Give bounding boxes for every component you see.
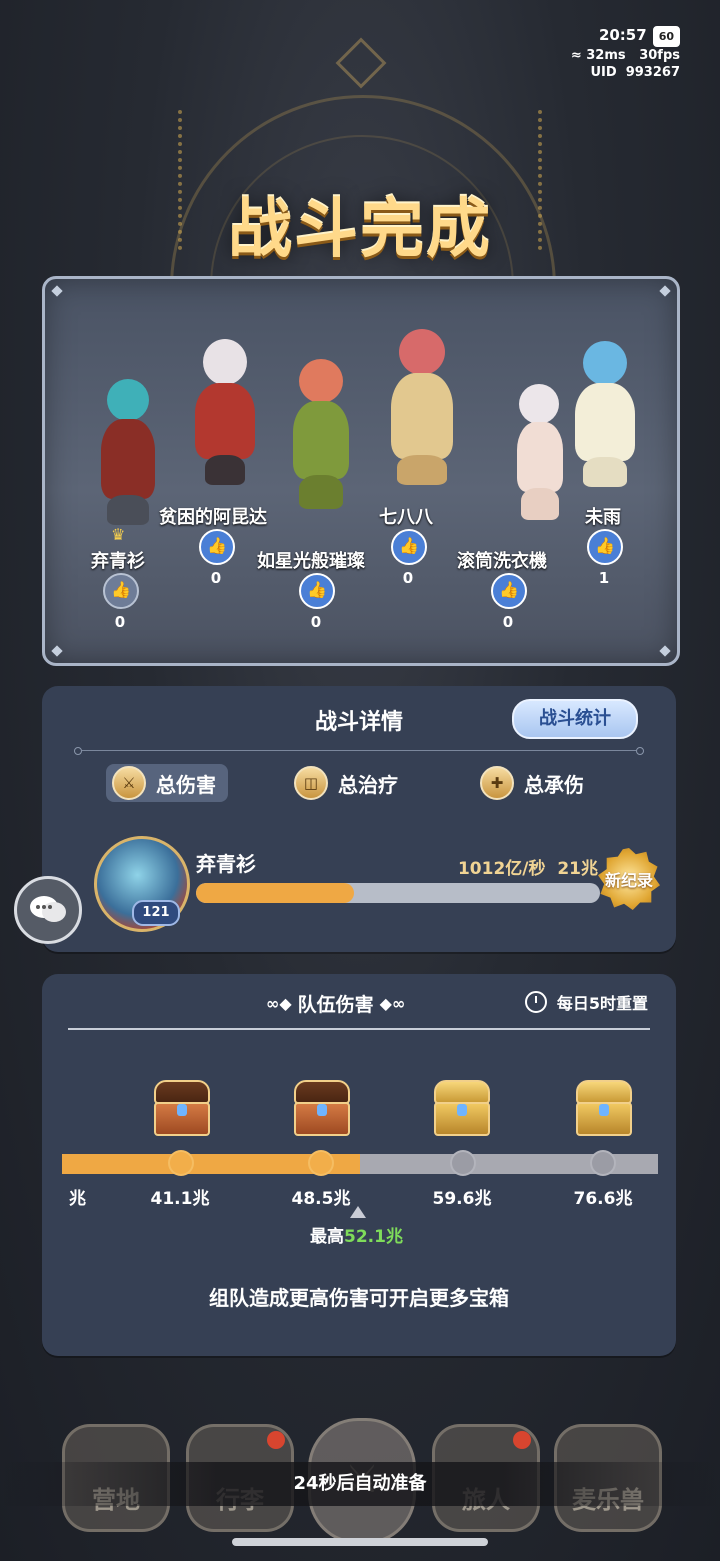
damage-value: 1012亿/秒 21兆 bbox=[457, 859, 598, 879]
divider bbox=[68, 1028, 650, 1030]
thumbs-up-icon: 👍 bbox=[111, 580, 131, 599]
clock-icon bbox=[524, 991, 547, 1013]
corner-star-icon bbox=[51, 285, 63, 297]
level-badge: 121 bbox=[132, 900, 180, 926]
clock-time: 20:57 bbox=[598, 26, 647, 44]
gold-chest-icon[interactable] bbox=[576, 1080, 632, 1136]
character-name: 贫困的阿昆达 bbox=[159, 507, 267, 528]
reset-info: 每日5时重置 bbox=[524, 990, 648, 1014]
notification-dot bbox=[513, 1431, 531, 1449]
divider bbox=[74, 747, 644, 755]
thumbs-up-icon: 👍 bbox=[207, 536, 227, 555]
ornament-icon: ∞◆ bbox=[266, 994, 292, 1013]
like-count: 0 bbox=[402, 569, 414, 587]
corner-star-icon bbox=[51, 645, 63, 657]
sword-icon: ⚔ bbox=[112, 766, 146, 800]
gold-chest-icon[interactable] bbox=[434, 1080, 490, 1136]
chat-button[interactable] bbox=[14, 876, 82, 944]
chest-icon[interactable] bbox=[154, 1080, 210, 1136]
milestone-node bbox=[592, 1152, 614, 1174]
battle-complete-title: 战斗完成 bbox=[228, 193, 492, 267]
corner-star-icon bbox=[659, 645, 671, 657]
threshold-label: 41.1兆 bbox=[150, 1189, 210, 1209]
character-figure-1[interactable] bbox=[89, 379, 169, 529]
new-record-badge: 新纪录 bbox=[598, 848, 660, 910]
like-button[interactable]: 👍 bbox=[391, 529, 427, 565]
like-button[interactable]: 👍 bbox=[299, 573, 335, 609]
character-figure-6[interactable] bbox=[565, 341, 645, 491]
status-bar: 20:57 60 ≈ 32ms 30fps UID 993267 bbox=[571, 26, 680, 81]
shield-icon: ◫ bbox=[294, 766, 328, 800]
like-button[interactable]: 👍 bbox=[587, 529, 623, 565]
threshold-label: 兆 bbox=[69, 1189, 86, 1209]
milestone-node bbox=[310, 1152, 332, 1174]
team-damage-title: 队伍伤害 bbox=[297, 994, 374, 1016]
tab-label: 总伤害 bbox=[156, 772, 216, 797]
auto-ready-banner: 24秒后自动准备 bbox=[0, 1462, 720, 1506]
uid-text: UID 993267 bbox=[590, 65, 680, 80]
tab-damage-taken[interactable]: ✚ 总承伤 bbox=[474, 764, 596, 802]
max-label: 最高 bbox=[310, 1227, 344, 1247]
threshold-label: 48.5兆 bbox=[291, 1189, 351, 1209]
cross-icon: ✚ bbox=[480, 766, 514, 800]
like-count: 0 bbox=[502, 613, 514, 631]
like-count: 1 bbox=[598, 569, 610, 587]
max-damage: 最高52.1兆 bbox=[310, 1222, 403, 1247]
character-panel: ♛ 弃青衫 👍 0 贫困的阿昆达 👍 0 如星光般璀璨 👍 0 七八八 👍 0 … bbox=[42, 276, 680, 666]
like-button[interactable]: 👍 bbox=[103, 573, 139, 609]
fps-text: 30fps bbox=[639, 48, 680, 63]
tab-total-damage[interactable]: ⚔ 总伤害 bbox=[106, 764, 228, 802]
thumbs-up-icon: 👍 bbox=[499, 580, 519, 599]
character-figure-3[interactable] bbox=[281, 359, 361, 509]
corner-star-icon bbox=[659, 285, 671, 297]
hero-name: 弃青衫 bbox=[196, 852, 256, 876]
thumbs-up-icon: 👍 bbox=[399, 536, 419, 555]
tab-label: 总治疗 bbox=[338, 772, 398, 797]
chest-icon[interactable] bbox=[294, 1080, 350, 1136]
thumbs-up-icon: 👍 bbox=[307, 580, 327, 599]
team-damage-header: ∞◆ 队伍伤害 ◆∞ bbox=[260, 990, 411, 1017]
battery-icon: 60 bbox=[652, 26, 680, 47]
team-damage-track bbox=[62, 1154, 658, 1174]
like-button[interactable]: 👍 bbox=[491, 573, 527, 609]
max-value: 52.1兆 bbox=[344, 1227, 403, 1247]
threshold-label: 76.6兆 bbox=[573, 1189, 633, 1209]
damage-progress-bar bbox=[196, 883, 600, 903]
max-marker-icon bbox=[350, 1206, 366, 1218]
character-name: 未雨 bbox=[585, 507, 621, 528]
new-record-label: 新纪录 bbox=[604, 871, 653, 890]
character-figure-2[interactable] bbox=[185, 339, 265, 489]
wifi-icon: ≈ bbox=[570, 48, 582, 63]
tab-total-healing[interactable]: ◫ 总治疗 bbox=[288, 764, 410, 802]
chat-bubble-icon bbox=[30, 896, 66, 922]
team-damage-card: ∞◆ 队伍伤害 ◆∞ 每日5时重置 兆 41.1兆 48.5兆 59.6兆 76… bbox=[42, 974, 676, 1356]
threshold-label: 59.6兆 bbox=[432, 1189, 492, 1209]
team-tip: 组队造成更高伤害可开启更多宝箱 bbox=[209, 1286, 509, 1310]
notification-dot bbox=[267, 1431, 285, 1449]
tab-label: 总承伤 bbox=[524, 772, 584, 797]
background-diamond bbox=[335, 37, 387, 89]
milestone-node bbox=[170, 1152, 192, 1174]
milestone-node bbox=[452, 1152, 474, 1174]
battle-details-card: 战斗详情 战斗统计 ⚔ 总伤害 ◫ 总治疗 ✚ 总承伤 121 弃青衫 1012… bbox=[42, 686, 676, 952]
like-button[interactable]: 👍 bbox=[199, 529, 235, 565]
crown-icon: ♛ bbox=[111, 525, 126, 544]
character-name: 滚筒洗衣機 bbox=[457, 551, 547, 572]
like-count: 0 bbox=[210, 569, 222, 587]
character-figure-4[interactable] bbox=[377, 329, 467, 489]
like-count: 0 bbox=[114, 613, 126, 631]
like-count: 0 bbox=[310, 613, 322, 631]
thumbs-up-icon: 👍 bbox=[595, 536, 615, 555]
character-name: 弃青衫 bbox=[91, 551, 145, 572]
ping-text: 32ms bbox=[586, 48, 626, 63]
battle-stats-button[interactable]: 战斗统计 bbox=[512, 699, 638, 739]
home-indicator[interactable] bbox=[232, 1538, 488, 1546]
ornament-icon: ◆∞ bbox=[379, 994, 406, 1013]
character-name: 七八八 bbox=[379, 507, 433, 528]
reset-text: 每日5时重置 bbox=[556, 994, 648, 1013]
damage-progress-fill bbox=[196, 883, 354, 903]
character-name: 如星光般璀璨 bbox=[257, 551, 365, 572]
